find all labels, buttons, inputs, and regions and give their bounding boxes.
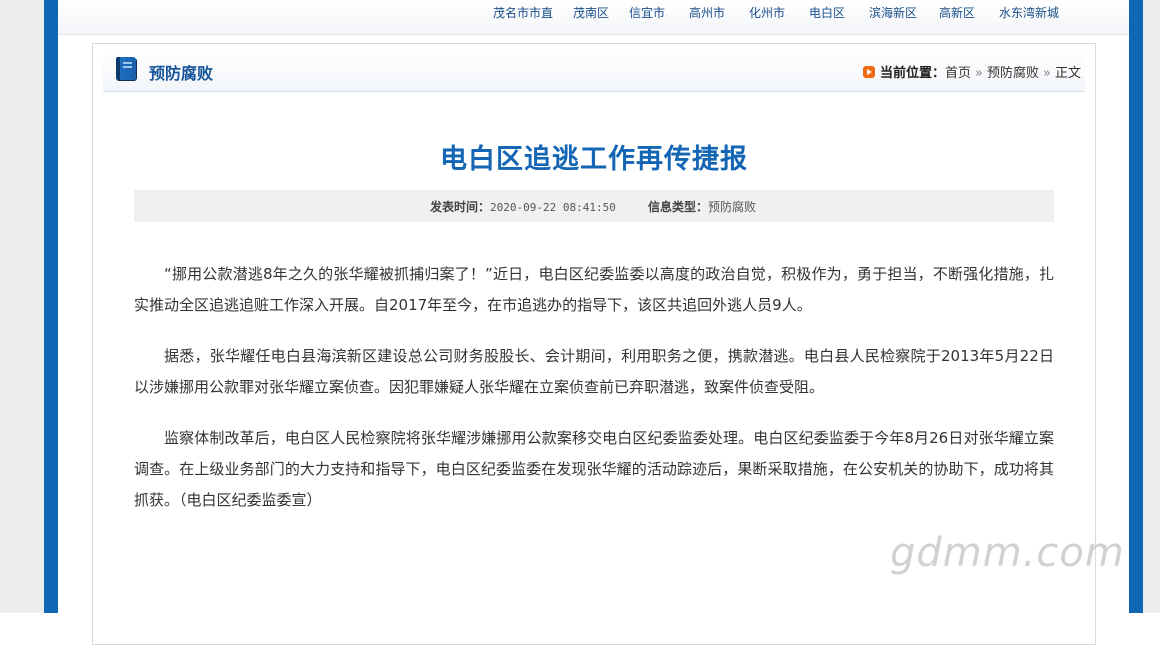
- nav-item-xinyi[interactable]: 信宜市: [629, 4, 665, 21]
- article-meta-bar: 发表时间：2020-09-22 08:41:50 信息类型：预防腐败: [134, 190, 1054, 222]
- published-time: 发表时间：2020-09-22 08:41:50: [430, 198, 616, 215]
- breadcrumb-separator: »: [975, 66, 983, 81]
- region-nav-bar: 茂名市市直 茂南区 信宜市 高州市 化州市 电白区 滨海新区 高新区 水东湾新城: [58, 0, 1129, 35]
- right-gutter: [1143, 0, 1160, 613]
- book-icon: [116, 57, 136, 80]
- breadcrumb-current: 正文: [1054, 66, 1081, 81]
- left-blue-border: [44, 0, 58, 613]
- info-type: 信息类型：预防腐败: [648, 198, 756, 215]
- published-value: 2020-09-22 08:41:50: [490, 201, 616, 214]
- section-header: 预防腐败 当前位置：首页» 预防腐败» 正文: [103, 49, 1085, 92]
- article-body: “挪用公款潜逃8年之久的张华耀被抓捕归案了！”近日，电白区纪委监委以高度的政治自…: [134, 259, 1054, 536]
- article-paragraph: “挪用公款潜逃8年之久的张华耀被抓捕归案了！”近日，电白区纪委监委以高度的政治自…: [134, 265, 1054, 314]
- nav-item-maonan[interactable]: 茂南区: [573, 4, 609, 21]
- site-watermark: gdmm.com: [890, 530, 1125, 576]
- breadcrumb-home[interactable]: 首页: [945, 66, 971, 81]
- info-type-value: 预防腐败: [708, 200, 757, 214]
- published-label: 发表时间：: [430, 200, 491, 214]
- article-paragraph: 据悉，张华耀任电白县海滨新区建设总公司财务股股长、会计期间，利用职务之便，携款潜…: [134, 347, 1054, 396]
- right-blue-border: [1129, 0, 1143, 613]
- nav-item-binhai[interactable]: 滨海新区: [869, 4, 917, 21]
- nav-item-huazhou[interactable]: 化州市: [749, 4, 785, 21]
- breadcrumb: 当前位置：首页» 预防腐败» 正文: [880, 62, 1081, 81]
- nav-item-shuidongwan[interactable]: 水东湾新城: [999, 4, 1059, 21]
- play-arrow-icon: [863, 66, 875, 78]
- info-type-label: 信息类型：: [648, 200, 709, 214]
- breadcrumb-category[interactable]: 预防腐败: [987, 66, 1039, 81]
- nav-item-dianbai[interactable]: 电白区: [809, 4, 845, 21]
- left-gutter: [0, 0, 44, 613]
- nav-item-maoming-shizhi[interactable]: 茂名市市直: [493, 4, 553, 21]
- nav-item-gaozhou[interactable]: 高州市: [689, 4, 725, 21]
- article-paragraph: 监察体制改革后，电白区人民检察院将张华耀涉嫌挪用公款案移交电白区纪委监委处理。电…: [134, 429, 1054, 509]
- breadcrumb-label: 当前位置：: [880, 66, 946, 81]
- breadcrumb-separator: »: [1043, 66, 1051, 81]
- section-title: 预防腐败: [149, 64, 214, 83]
- nav-item-gaoxin[interactable]: 高新区: [939, 4, 975, 21]
- article-title: 电白区追逃工作再传捷报: [440, 144, 748, 175]
